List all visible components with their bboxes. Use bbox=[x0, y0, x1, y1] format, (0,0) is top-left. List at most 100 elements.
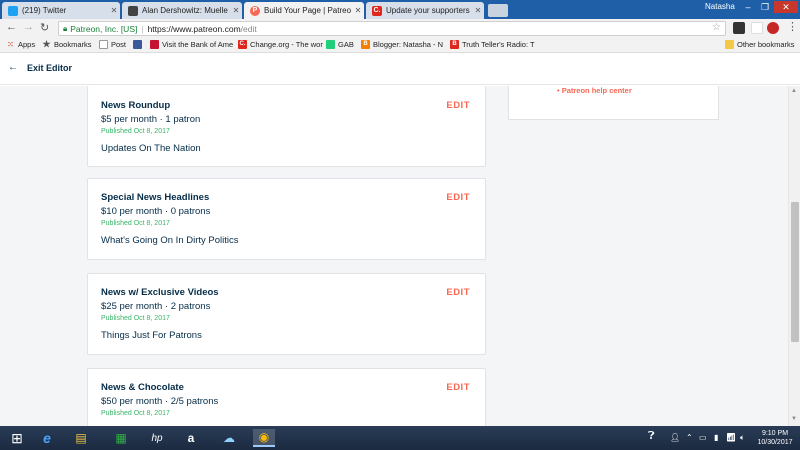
bookmark-label: Visit the Bank of Ame bbox=[162, 40, 234, 49]
close-icon[interactable]: ✕ bbox=[108, 6, 120, 15]
windows-taskbar: ⊞ e ▤ ▦ hp a ☁ ◉ ❓︎ 👤︎ ⌃ ▭ ▮ 📶︎ 🔈︎ 9:10 … bbox=[0, 426, 800, 450]
edit-button[interactable]: EDIT bbox=[446, 382, 470, 393]
volume-icon[interactable]: 🔈︎ bbox=[740, 433, 745, 443]
tab-title: (219) Twitter bbox=[22, 6, 67, 15]
vertical-scrollbar[interactable]: ▲ ▼ bbox=[788, 86, 800, 426]
profile-name[interactable]: Natasha bbox=[705, 2, 735, 11]
bookmark-blogger[interactable]: B Blogger: Natasha - N bbox=[361, 40, 443, 49]
bookmark-flag[interactable] bbox=[133, 40, 145, 49]
tier-published-date: Published Oct 8, 2017 bbox=[101, 410, 170, 417]
scrollbar-thumb[interactable] bbox=[791, 202, 799, 342]
bookmark-star-icon[interactable]: ☆ bbox=[712, 22, 721, 33]
extension-icon[interactable] bbox=[751, 22, 763, 34]
tier-name: News & Chocolate bbox=[101, 382, 184, 393]
lock-icon: 🔒︎ bbox=[63, 23, 68, 33]
bookmark-post[interactable]: Post bbox=[99, 40, 126, 49]
help-icon[interactable]: ❓︎ bbox=[648, 430, 655, 443]
back-icon[interactable]: ← bbox=[6, 21, 17, 33]
tier-price: $25 per month · 2 patrons bbox=[101, 301, 211, 312]
tier-name: Special News Headlines bbox=[101, 192, 210, 203]
bookmark-apps[interactable]: ⁙ Apps bbox=[6, 40, 35, 49]
help-center-link[interactable]: • Patreon help center bbox=[557, 86, 632, 95]
bookmark-truth-teller-radio[interactable]: B Truth Teller's Radio: T bbox=[450, 40, 535, 49]
tab-title: Build Your Page | Patreo bbox=[264, 6, 352, 15]
chevron-up-icon[interactable]: ⌃ bbox=[686, 433, 693, 442]
tab-twitter[interactable]: (219) Twitter ✕ bbox=[2, 2, 120, 19]
battery-icon[interactable]: ▮ bbox=[714, 433, 718, 442]
folder-icon bbox=[725, 40, 734, 49]
tier-price: $10 per month · 0 patrons bbox=[101, 206, 211, 217]
extension-icon[interactable] bbox=[733, 22, 745, 34]
twitter-icon bbox=[8, 5, 18, 16]
help-center-label: Patreon help center bbox=[561, 86, 632, 95]
browser-tab-strip: (219) Twitter ✕ Alan Dershowitz: Muelle … bbox=[0, 0, 800, 19]
address-bar: ← → ↻ 🔒︎ Patreon, Inc. [US] | https://ww… bbox=[0, 19, 800, 38]
hp-icon[interactable]: hp bbox=[146, 429, 168, 447]
tier-card: News w/ Exclusive Videos $25 per month ·… bbox=[87, 273, 486, 355]
news-icon bbox=[128, 5, 138, 16]
bookmark-label: Bookmarks bbox=[54, 40, 92, 49]
tier-description: What's Going On In Dirty Politics bbox=[101, 235, 239, 246]
bookmark-other[interactable]: Other bookmarks bbox=[725, 40, 795, 49]
document-icon bbox=[99, 40, 108, 49]
flag-icon bbox=[133, 40, 142, 49]
amazon-icon[interactable]: a bbox=[180, 429, 202, 447]
bookmark-label: GAB bbox=[338, 40, 354, 49]
sidebar-card: • Patreon help center bbox=[508, 86, 719, 120]
system-clock[interactable]: 9:10 PM 10/30/2017 bbox=[752, 429, 798, 447]
bookmark-bank-of-america[interactable]: Visit the Bank of Ame bbox=[150, 40, 233, 49]
editor-header: ← Exit Editor bbox=[0, 53, 800, 85]
bookmark-label: Other bookmarks bbox=[737, 40, 795, 49]
tier-name: News Roundup bbox=[101, 100, 171, 111]
internet-explorer-icon[interactable]: e bbox=[36, 429, 58, 447]
window-close-button[interactable]: ✕ bbox=[774, 1, 798, 13]
bookmark-bookmarks[interactable]: ★ Bookmarks bbox=[42, 40, 92, 50]
close-icon[interactable]: ✕ bbox=[472, 6, 484, 15]
radio-icon: B bbox=[450, 40, 459, 49]
tier-description: Things Just For Patrons bbox=[101, 330, 202, 341]
gab-icon bbox=[326, 40, 335, 49]
scroll-up-icon[interactable]: ▲ bbox=[791, 88, 797, 94]
url-separator: | bbox=[141, 23, 144, 34]
url-path: /edit bbox=[240, 23, 257, 34]
tier-published-date: Published Oct 8, 2017 bbox=[101, 220, 170, 227]
url-field[interactable]: 🔒︎ Patreon, Inc. [US] | https://www.patr… bbox=[58, 21, 726, 36]
tier-card: News Roundup $5 per month · 1 patron Pub… bbox=[87, 86, 486, 167]
tier-published-date: Published Oct 8, 2017 bbox=[101, 128, 170, 135]
new-tab-button[interactable] bbox=[488, 4, 508, 17]
adblock-icon[interactable] bbox=[767, 22, 779, 34]
windows-start-icon[interactable]: ⊞ bbox=[6, 429, 28, 447]
scroll-down-icon[interactable]: ▼ bbox=[791, 416, 797, 422]
bookmark-gab[interactable]: GAB bbox=[326, 40, 354, 49]
restore-button[interactable]: ❐ bbox=[757, 1, 773, 13]
tab-update-supporters[interactable]: C. Update your supporters ✕ bbox=[366, 2, 484, 19]
file-explorer-icon[interactable]: ▤ bbox=[70, 429, 92, 447]
close-icon[interactable]: ✕ bbox=[230, 6, 242, 15]
edit-button[interactable]: EDIT bbox=[446, 287, 470, 298]
exit-editor-button[interactable]: ← Exit Editor bbox=[8, 62, 72, 73]
bookmark-change-org[interactable]: C. Change.org - The wor bbox=[238, 40, 323, 49]
reload-icon[interactable]: ↻ bbox=[40, 21, 49, 34]
change-org-icon: C. bbox=[238, 40, 247, 49]
edit-button[interactable]: EDIT bbox=[446, 100, 470, 111]
edit-button[interactable]: EDIT bbox=[446, 192, 470, 203]
bookmarks-bar: ⁙ Apps ★ Bookmarks Post Visit the Bank o… bbox=[0, 38, 800, 53]
chrome-icon[interactable]: ◉ bbox=[253, 429, 275, 447]
tier-card: News & Chocolate $50 per month · 2/5 pat… bbox=[87, 368, 486, 426]
forward-icon[interactable]: → bbox=[23, 21, 34, 33]
tab-alan-dershowitz[interactable]: Alan Dershowitz: Muelle ✕ bbox=[122, 2, 242, 19]
close-icon[interactable]: ✕ bbox=[352, 6, 364, 15]
tier-description: Updates On The Nation bbox=[101, 143, 201, 154]
network-icon[interactable]: ▭ bbox=[699, 433, 707, 442]
tier-published-date: Published Oct 8, 2017 bbox=[101, 315, 170, 322]
tab-patreon[interactable]: P Build Your Page | Patreo ✕ bbox=[244, 2, 364, 19]
wifi-icon[interactable]: 📶︎ bbox=[726, 433, 736, 442]
menu-icon[interactable]: ⋮ bbox=[787, 20, 798, 33]
minimize-button[interactable]: – bbox=[740, 1, 756, 13]
people-icon[interactable]: 👤︎ bbox=[670, 433, 680, 442]
bookmark-label: Change.org - The wor bbox=[250, 40, 323, 49]
store-icon[interactable]: ▦ bbox=[110, 429, 132, 447]
page-body: • Patreon help center News Roundup $5 pe… bbox=[0, 86, 788, 426]
arrow-left-icon: ← bbox=[8, 62, 18, 73]
weather-icon[interactable]: ☁ bbox=[218, 429, 240, 447]
